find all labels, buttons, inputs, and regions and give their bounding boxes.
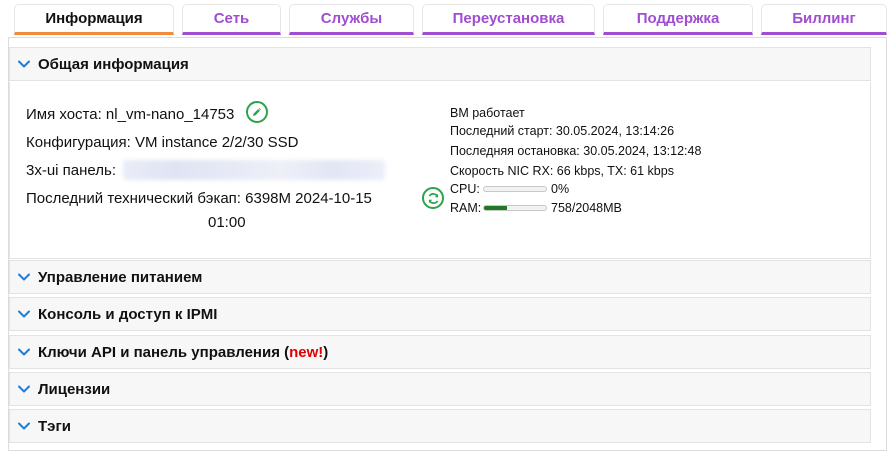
hostname-text: Имя хоста: nl_vm-nano_14753 xyxy=(26,106,235,123)
chevron-down-icon xyxy=(18,273,30,281)
section-tags-header[interactable]: Тэги xyxy=(9,409,871,443)
chevron-down-icon xyxy=(18,422,30,430)
edit-hostname-button[interactable] xyxy=(246,101,268,123)
section-api-title: Ключи API и панель управления (new!) xyxy=(38,343,329,361)
section-api-header[interactable]: Ключи API и панель управления (new!) xyxy=(9,335,871,369)
panel-link-redacted[interactable] xyxy=(123,160,385,180)
section-licenses-title: Лицензии xyxy=(38,380,111,398)
chevron-down-icon xyxy=(18,60,30,68)
backup-time-text: 01:00 xyxy=(208,214,246,231)
new-badge: new! xyxy=(289,343,324,361)
ram-usage-bar xyxy=(483,205,547,211)
section-console-title: Консоль и доступ к IPMI xyxy=(38,305,218,323)
section-general-info-title: Общая информация xyxy=(38,55,189,73)
section-tags-title: Тэги xyxy=(38,417,71,435)
refresh-icon xyxy=(428,192,438,204)
ram-label: RAM: xyxy=(450,201,482,215)
tab-services[interactable]: Службы xyxy=(289,4,414,35)
section-general-info-header[interactable]: Общая информация xyxy=(9,47,871,81)
tab-network[interactable]: Сеть xyxy=(182,4,281,35)
chevron-down-icon xyxy=(18,385,30,393)
tab-information[interactable]: Информация xyxy=(14,4,174,35)
section-licenses-header[interactable]: Лицензии xyxy=(9,372,871,406)
section-console-header[interactable]: Консоль и доступ к IPMI xyxy=(9,297,871,331)
config-text: Конфигурация: VM instance 2/2/30 SSD xyxy=(26,134,299,151)
nic-speed-text: Скорость NIC RX: 66 kbps, TX: 61 kbps xyxy=(450,164,674,178)
tab-billing[interactable]: Биллинг xyxy=(761,4,887,35)
backup-text: Последний технический бэкап: 6398M 2024-… xyxy=(26,190,372,207)
ram-value: 758/2048MB xyxy=(551,201,622,215)
chevron-down-icon xyxy=(18,348,30,356)
tab-reinstall[interactable]: Переустановка xyxy=(422,4,595,35)
panel-label: 3x-ui панель: xyxy=(26,162,117,179)
pencil-icon xyxy=(253,108,261,116)
tab-support[interactable]: Поддержка xyxy=(603,4,753,35)
chevron-down-icon xyxy=(18,310,30,318)
vm-status-text: ВМ работает xyxy=(450,106,525,120)
section-power-header[interactable]: Управление питанием xyxy=(9,260,871,294)
ram-usage-fill xyxy=(484,206,507,210)
cpu-usage-bar xyxy=(483,186,547,192)
tab-bar: Информация Сеть Службы Переустановка Под… xyxy=(0,4,895,38)
cpu-value: 0% xyxy=(551,182,570,196)
last-stop-text: Последняя остановка: 30.05.2024, 13:12:4… xyxy=(450,144,702,158)
cpu-label: CPU: xyxy=(450,182,480,196)
refresh-stats-button[interactable] xyxy=(422,187,444,209)
last-start-text: Последний старт: 30.05.2024, 13:14:26 xyxy=(450,124,675,138)
section-power-title: Управление питанием xyxy=(38,268,203,286)
